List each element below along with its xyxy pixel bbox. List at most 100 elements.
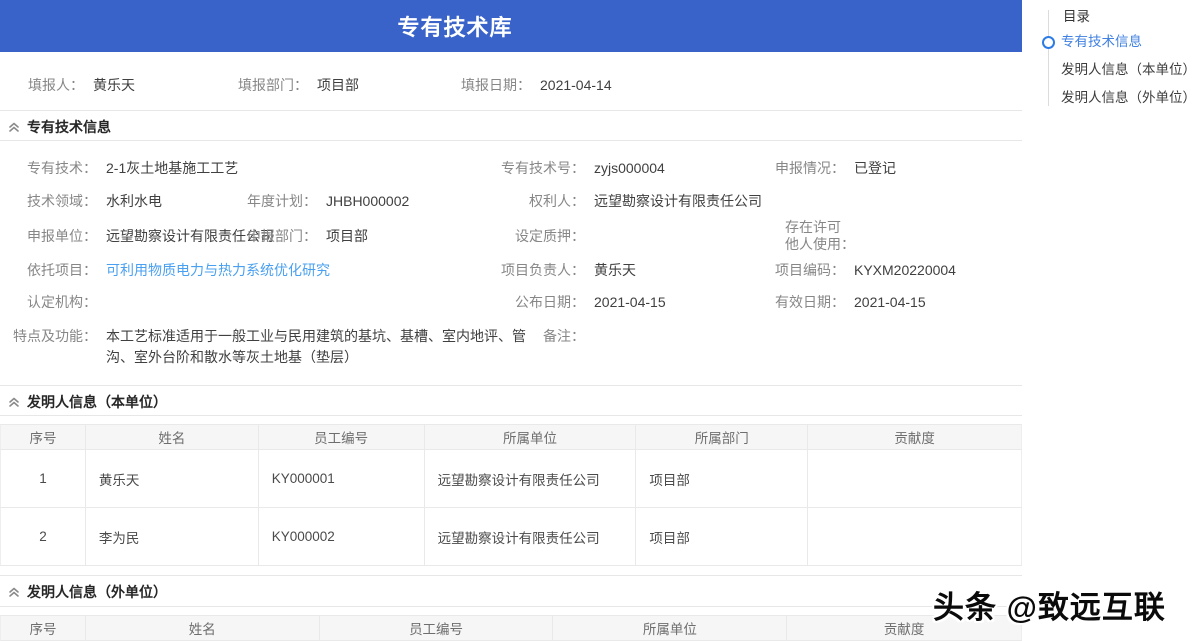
section-tech-info-header[interactable]: 专有技术信息 — [0, 117, 1022, 139]
collapse-chevron-icon[interactable] — [8, 586, 20, 598]
cell-unit: 远望勘察设计有限责任公司 — [425, 508, 637, 565]
field-plan-label: 年度计划： — [247, 193, 317, 209]
internal-table-header-row: 序号 姓名 员工编号 所属单位 所属部门 贡献度 — [0, 424, 1023, 450]
meta-dept: 填报部门： 项目部 — [238, 75, 359, 95]
column-header: 序号 — [1, 616, 86, 640]
field-pledge: 设定质押： — [470, 226, 594, 246]
field-tech-no-label: 专有技术号： — [501, 160, 585, 176]
field-remark: 备注： — [470, 326, 594, 346]
field-pledge-label: 设定质押： — [515, 228, 585, 244]
form-main: 专有技术库 填报人： 黄乐天 填报部门： 项目部 填报日期： 2021-04-1… — [0, 0, 1023, 641]
field-status-label: 申报情况： — [775, 160, 845, 176]
section-inventor-internal-header[interactable]: 发明人信息（本单位） — [0, 392, 1022, 414]
field-project-code: 项目编码： KYXM20220004 — [735, 260, 956, 280]
meta-dept-label: 填报部门： — [238, 77, 308, 93]
column-header: 所属单位 — [425, 425, 637, 449]
column-header: 姓名 — [86, 425, 259, 449]
section-inventor-internal-title: 发明人信息（本单位） — [27, 394, 167, 410]
field-leader-value: 黄乐天 — [594, 262, 636, 278]
meta-date-label: 填报日期： — [461, 77, 531, 93]
toc-header: 目录 — [1063, 9, 1090, 24]
field-declare-dept-label: 申报部门： — [247, 228, 317, 244]
field-leader-label: 项目负责人： — [501, 262, 585, 278]
field-project-code-value: KYXM20220004 — [854, 262, 956, 278]
toc-item-tech-info[interactable]: 专有技术信息 — [1061, 33, 1142, 51]
meta-dept-value: 项目部 — [317, 77, 359, 93]
field-plan: 年度计划： JHBH000002 — [230, 191, 409, 211]
cell-seq: 1 — [1, 450, 86, 507]
field-declare-dept-value: 项目部 — [326, 228, 368, 244]
divider — [0, 140, 1022, 141]
meta-date-value: 2021-04-14 — [540, 77, 612, 93]
section-inventor-external-title: 发明人信息（外单位） — [27, 584, 167, 600]
table-row: 1 黄乐天 KY000001 远望勘察设计有限责任公司 项目部 — [0, 450, 1022, 508]
field-project: 依托项目： 可利用物质电力与热力系统优化研究 — [0, 260, 330, 280]
page: 专有技术库 填报人： 黄乐天 填报部门： 项目部 填报日期： 2021-04-1… — [0, 0, 1200, 641]
cell-name: 李为民 — [86, 508, 259, 565]
field-owner: 权利人： 远望勘察设计有限责任公司 — [470, 191, 762, 211]
field-project-label: 依托项目： — [27, 262, 97, 278]
field-project-code-label: 项目编码： — [775, 262, 845, 278]
field-publish-date: 公布日期： 2021-04-15 — [470, 292, 666, 312]
field-owner-label: 权利人： — [529, 193, 585, 209]
field-tech-no-value: zyjs000004 — [594, 160, 665, 176]
field-declare-unit-label: 申报单位： — [27, 228, 97, 244]
field-leader: 项目负责人： 黄乐天 — [470, 260, 636, 280]
page-title: 专有技术库 — [397, 15, 513, 40]
toc-sidebar: 目录 专有技术信息 发明人信息（本单位） 发明人信息（外单位） — [1040, 0, 1200, 640]
external-table-header-row: 序号 姓名 员工编号 所属单位 贡献度 — [0, 615, 1022, 641]
toc-active-ring-icon — [1042, 36, 1055, 49]
field-tech-value: 2-1灰土地基施工工艺 — [106, 160, 239, 176]
divider — [0, 606, 1022, 607]
meta-filler-label: 填报人： — [28, 77, 84, 93]
meta-filler-value: 黄乐天 — [93, 77, 135, 93]
field-status-value: 已登记 — [854, 160, 896, 176]
column-header: 姓名 — [86, 616, 320, 640]
field-valid-date-value: 2021-04-15 — [854, 294, 926, 310]
column-header: 员工编号 — [259, 425, 425, 449]
field-license-label-line1: 存在许可 — [785, 219, 841, 235]
field-status: 申报情况： 已登记 — [735, 158, 896, 178]
toc-item-inventor-external[interactable]: 发明人信息（外单位） — [1061, 89, 1196, 107]
meta-date: 填报日期： 2021-04-14 — [461, 75, 612, 95]
field-valid-date-label: 有效日期： — [775, 294, 845, 310]
toc-item-inventor-internal[interactable]: 发明人信息（本单位） — [1061, 61, 1196, 79]
divider — [0, 385, 1022, 386]
column-header: 员工编号 — [320, 616, 554, 640]
section-tech-info-title: 专有技术信息 — [27, 119, 111, 135]
field-agency: 认定机构： — [0, 292, 106, 312]
field-plan-value: JHBH000002 — [326, 193, 410, 209]
divider — [0, 415, 1022, 416]
watermark: 头条 @致远互联 — [933, 590, 1166, 625]
field-project-link[interactable]: 可利用物质电力与热力系统优化研究 — [106, 260, 330, 280]
field-agency-label: 认定机构： — [27, 294, 97, 310]
cell-dept: 项目部 — [636, 508, 809, 565]
field-features-label: 特点及功能： — [13, 328, 97, 344]
cell-contribution — [808, 508, 1022, 565]
divider — [0, 575, 1022, 576]
cell-unit: 远望勘察设计有限责任公司 — [425, 450, 637, 507]
cell-contribution — [808, 450, 1022, 507]
form-titlebar: 专有技术库 — [0, 0, 1022, 52]
field-tech: 专有技术： 2-1灰土地基施工工艺 — [0, 158, 238, 178]
field-domain: 技术领域： 水利水电 — [0, 191, 162, 211]
field-license-label: 存在许可 他人使用： — [785, 219, 855, 253]
field-features: 特点及功能： 本工艺标准适用于一般工业与民用建筑的基坑、基槽、室内地评、管沟、室… — [0, 326, 546, 368]
cell-seq: 2 — [1, 508, 86, 565]
field-tech-no: 专有技术号： zyjs000004 — [470, 158, 665, 178]
toc-rail — [1048, 10, 1049, 106]
collapse-chevron-icon[interactable] — [8, 121, 20, 133]
field-publish-date-label: 公布日期： — [515, 294, 585, 310]
cell-name: 黄乐天 — [86, 450, 259, 507]
field-publish-date-value: 2021-04-15 — [594, 294, 666, 310]
table-row: 2 李为民 KY000002 远望勘察设计有限责任公司 项目部 — [0, 508, 1022, 566]
cell-dept: 项目部 — [636, 450, 809, 507]
section-inventor-external-header[interactable]: 发明人信息（外单位） — [0, 582, 1022, 604]
collapse-chevron-icon[interactable] — [8, 396, 20, 408]
field-declare-dept: 申报部门： 项目部 — [230, 226, 368, 246]
cell-employee-no: KY000002 — [259, 508, 425, 565]
field-domain-label: 技术领域： — [27, 193, 97, 209]
column-header: 序号 — [1, 425, 86, 449]
field-tech-label: 专有技术： — [27, 160, 97, 176]
field-domain-value: 水利水电 — [106, 193, 162, 209]
